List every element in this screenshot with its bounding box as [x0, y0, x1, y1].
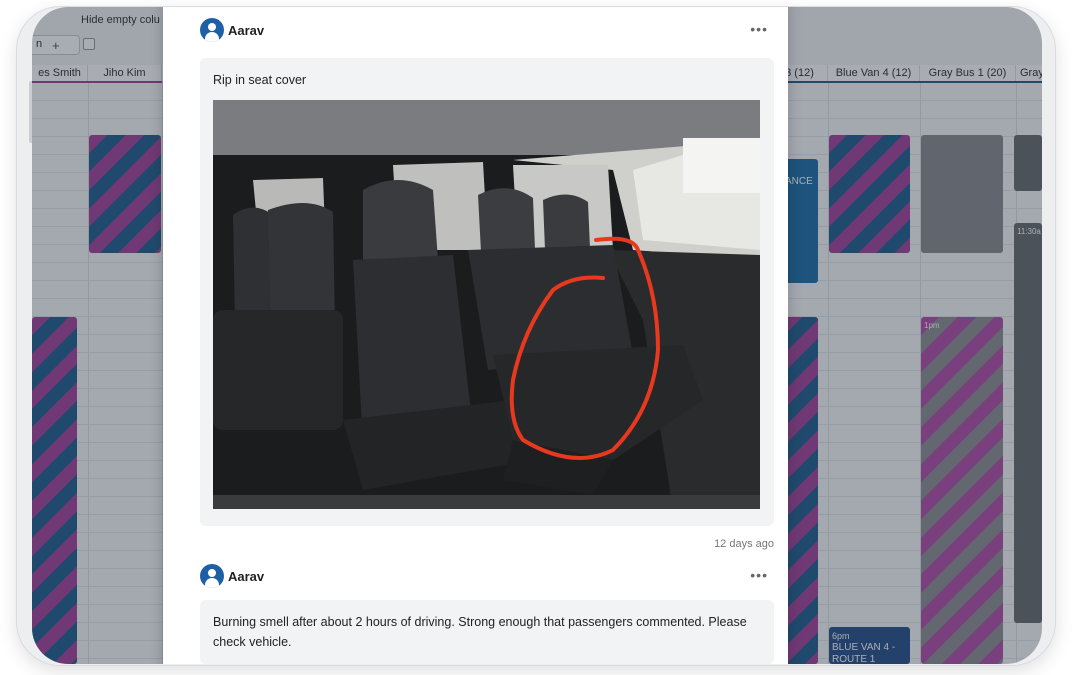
post-header: Aarav — [200, 17, 264, 43]
screen: Hide empty colu n + es Smith Jiho Kim 3 … — [32, 7, 1042, 664]
more-horizontal-icon[interactable]: ••• — [750, 21, 768, 37]
post-bubble: Burning smell after about 2 hours of dri… — [200, 600, 774, 664]
user-avatar-icon — [200, 18, 224, 42]
post-header: Aarav — [200, 563, 264, 589]
user-avatar-icon — [200, 564, 224, 588]
comments-modal: Aarav ••• Rip in seat cover 12 days ago … — [163, 7, 788, 664]
post-bubble: Rip in seat cover — [200, 58, 774, 526]
photo-image — [213, 100, 760, 509]
post-author: Aarav — [228, 22, 265, 38]
post-text: Rip in seat cover — [213, 73, 307, 87]
post-text: Burning smell after about 2 hours of dri… — [213, 615, 747, 649]
post-timestamp: 12 days ago — [714, 538, 774, 550]
more-horizontal-icon[interactable]: ••• — [750, 567, 768, 583]
van-rear-seat-photo[interactable] — [213, 100, 760, 509]
post-author: Aarav — [228, 568, 265, 584]
